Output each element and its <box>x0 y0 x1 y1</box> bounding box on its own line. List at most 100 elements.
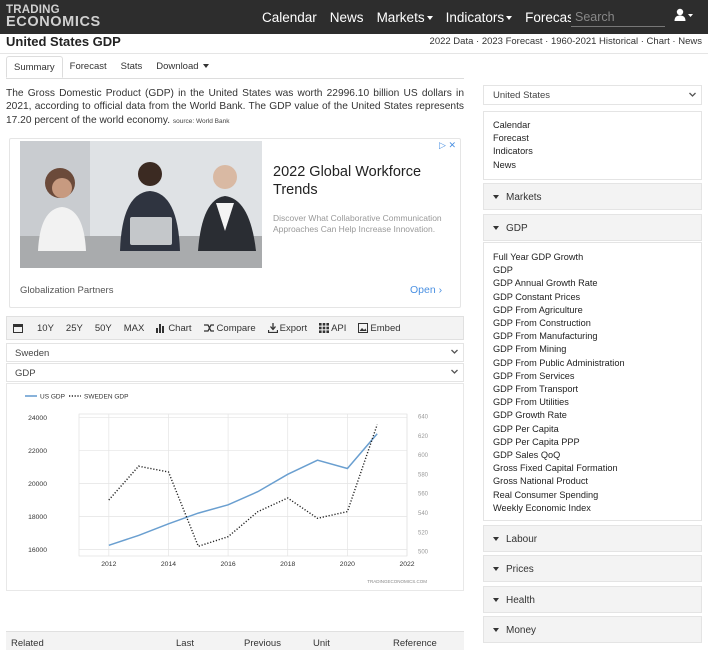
logo[interactable]: TRADING ECONOMICS <box>6 4 101 29</box>
title-links[interactable]: 2022 Data · 2023 Forecast · 1960-2021 Hi… <box>430 36 702 47</box>
compare-button[interactable]: Compare <box>203 323 256 334</box>
compare-country-select[interactable]: Sweden <box>6 343 464 362</box>
ad-image[interactable] <box>20 141 262 268</box>
tab-summary[interactable]: Summary <box>6 56 63 78</box>
bar-chart-icon <box>156 324 165 333</box>
gdp-indicator-item[interactable]: GDP Per Capita <box>493 423 692 436</box>
nav-markets-label: Markets <box>376 9 425 25</box>
sidebar-section-gdp[interactable]: GDP <box>483 214 702 241</box>
gdp-chart[interactable]: US GDP SWEDEN GDP 2012 2014 2016 2018 2020 20… <box>6 383 464 591</box>
gdp-indicator-item[interactable]: Gross Fixed Capital Formation <box>493 462 692 475</box>
y-left-tick-label: 18000 <box>28 514 47 521</box>
ad-title[interactable]: 2022 Global Workforce Trends <box>273 163 453 199</box>
x-tick-label: 2014 <box>161 561 176 568</box>
gdp-indicator-item[interactable]: GDP From Manufacturing <box>493 330 692 343</box>
nav-calendar[interactable]: Calendar <box>262 10 317 25</box>
chevron-down-icon <box>451 369 458 374</box>
series-point <box>108 544 110 546</box>
gdp-indicator-item[interactable]: GDP Constant Prices <box>493 291 692 304</box>
api-button[interactable]: API <box>319 323 346 334</box>
nav-indicators-label: Indicators <box>445 9 505 25</box>
series-line-sweden-gdp <box>108 424 378 548</box>
api-label: API <box>331 322 347 334</box>
gdp-indicator-item[interactable]: GDP From Agriculture <box>493 304 692 317</box>
gdp-indicator-item[interactable]: GDP From Utilities <box>493 396 692 409</box>
export-button[interactable]: Export <box>267 322 308 334</box>
sidebar-section-prices[interactable]: Prices <box>483 555 702 582</box>
ad-open-button[interactable]: Open › <box>410 284 442 296</box>
chart-type-label: Chart <box>168 322 192 334</box>
chevron-down-icon <box>203 64 210 69</box>
series-point <box>376 423 378 425</box>
gdp-indicator-item[interactable]: GDP From Construction <box>493 317 692 330</box>
nav-indicators[interactable]: Indicators <box>446 10 513 25</box>
y-right-tick-label: 520 <box>418 530 429 536</box>
sidebar-section-markets[interactable]: Markets <box>483 183 702 210</box>
y-right-tick-label: 560 <box>418 492 429 498</box>
advertisement[interactable]: 2022 Global Workforce Trends Discover Wh… <box>9 138 461 308</box>
export-label: Export <box>279 322 308 334</box>
page-title: United States GDP <box>6 34 121 49</box>
embed-button[interactable]: Embed <box>358 323 401 334</box>
gdp-indicator-item[interactable]: GDP From Mining <box>493 343 692 356</box>
nav-news[interactable]: News <box>330 10 364 25</box>
sidebar-section-money-label: Money <box>506 625 537 636</box>
series-point <box>167 471 169 473</box>
nav-markets[interactable]: Markets <box>377 10 433 25</box>
chart-watermark: TRADINGECONOMICS.COM <box>367 579 427 584</box>
user-menu[interactable] <box>674 8 694 27</box>
chevron-down-icon <box>506 15 513 20</box>
shuffle-icon <box>203 324 214 332</box>
gdp-indicator-item[interactable]: Real Consumer Spending <box>493 489 692 502</box>
tab-download[interactable]: Download <box>149 56 216 78</box>
sidebar-section-health-label: Health <box>506 595 535 606</box>
sidebar-section-labour[interactable]: Labour <box>483 525 702 552</box>
chart-type-button[interactable]: Chart <box>156 322 192 334</box>
x-axis-ticks: 2012 2014 2016 2018 2020 2022 <box>101 561 415 568</box>
gdp-indicator-item[interactable]: GDP Per Capita PPP <box>493 436 692 449</box>
sidebar-section-health[interactable]: Health <box>483 586 702 613</box>
y-left-tick-label: 20000 <box>28 481 47 488</box>
gdp-indicator-item[interactable]: Gross National Product <box>493 475 692 488</box>
caret-down-icon <box>493 226 499 231</box>
chart-series <box>108 423 378 548</box>
tab-stats[interactable]: Stats <box>114 56 150 78</box>
legend-label-sweden: SWEDEN GDP <box>84 394 128 401</box>
sidebar-link-calendar[interactable]: Calendar <box>493 119 692 132</box>
country-select[interactable]: United States <box>483 85 702 105</box>
range-50y-button[interactable]: 50Y <box>95 323 112 334</box>
gdp-indicator-item[interactable]: Weekly Economic Index <box>493 502 692 515</box>
y-right-tick-label: 640 <box>418 414 429 420</box>
y-right-tick-label: 580 <box>418 472 429 478</box>
gdp-indicator-item[interactable]: Full Year GDP Growth <box>493 251 692 264</box>
chevron-right-icon: › <box>438 284 443 296</box>
sidebar-section-prices-label: Prices <box>506 564 534 575</box>
gdp-indicator-item[interactable]: GDP Growth Rate <box>493 409 692 422</box>
header-previous: Previous <box>244 638 281 649</box>
gdp-indicator-item[interactable]: GDP From Public Administration <box>493 357 692 370</box>
sidebar-link-indicators[interactable]: Indicators <box>493 145 692 158</box>
gdp-indicator-item[interactable]: GDP From Services <box>493 370 692 383</box>
range-10y-button[interactable]: 10Y <box>37 323 54 334</box>
sidebar-section-money[interactable]: Money <box>483 616 702 643</box>
series-point <box>167 523 169 525</box>
tab-forecast[interactable]: Forecast <box>63 56 114 78</box>
ad-choices-icon[interactable]: ▷ ✕ <box>439 140 456 151</box>
gdp-indicator-item[interactable]: GDP <box>493 264 692 277</box>
sidebar-link-forecast[interactable]: Forecast <box>493 132 692 145</box>
image-icon <box>358 323 369 333</box>
search-input[interactable] <box>571 7 665 27</box>
sidebar-links: Calendar Forecast Indicators News <box>483 111 702 180</box>
sidebar-link-news[interactable]: News <box>493 159 692 172</box>
sidebar-section-gdp-label: GDP <box>506 223 528 234</box>
summary-source: source: World Bank <box>172 117 230 125</box>
gdp-indicator-item[interactable]: GDP Sales QoQ <box>493 449 692 462</box>
series-point <box>137 465 139 467</box>
calendar-button[interactable] <box>13 323 25 333</box>
gdp-indicator-item[interactable]: GDP From Transport <box>493 383 692 396</box>
compare-indicator-select[interactable]: GDP <box>6 363 464 382</box>
gdp-indicator-item[interactable]: GDP Annual Growth Rate <box>493 277 692 290</box>
country-select-value: United States <box>493 90 551 101</box>
range-max-button[interactable]: MAX <box>124 323 145 334</box>
range-25y-button[interactable]: 25Y <box>66 323 83 334</box>
